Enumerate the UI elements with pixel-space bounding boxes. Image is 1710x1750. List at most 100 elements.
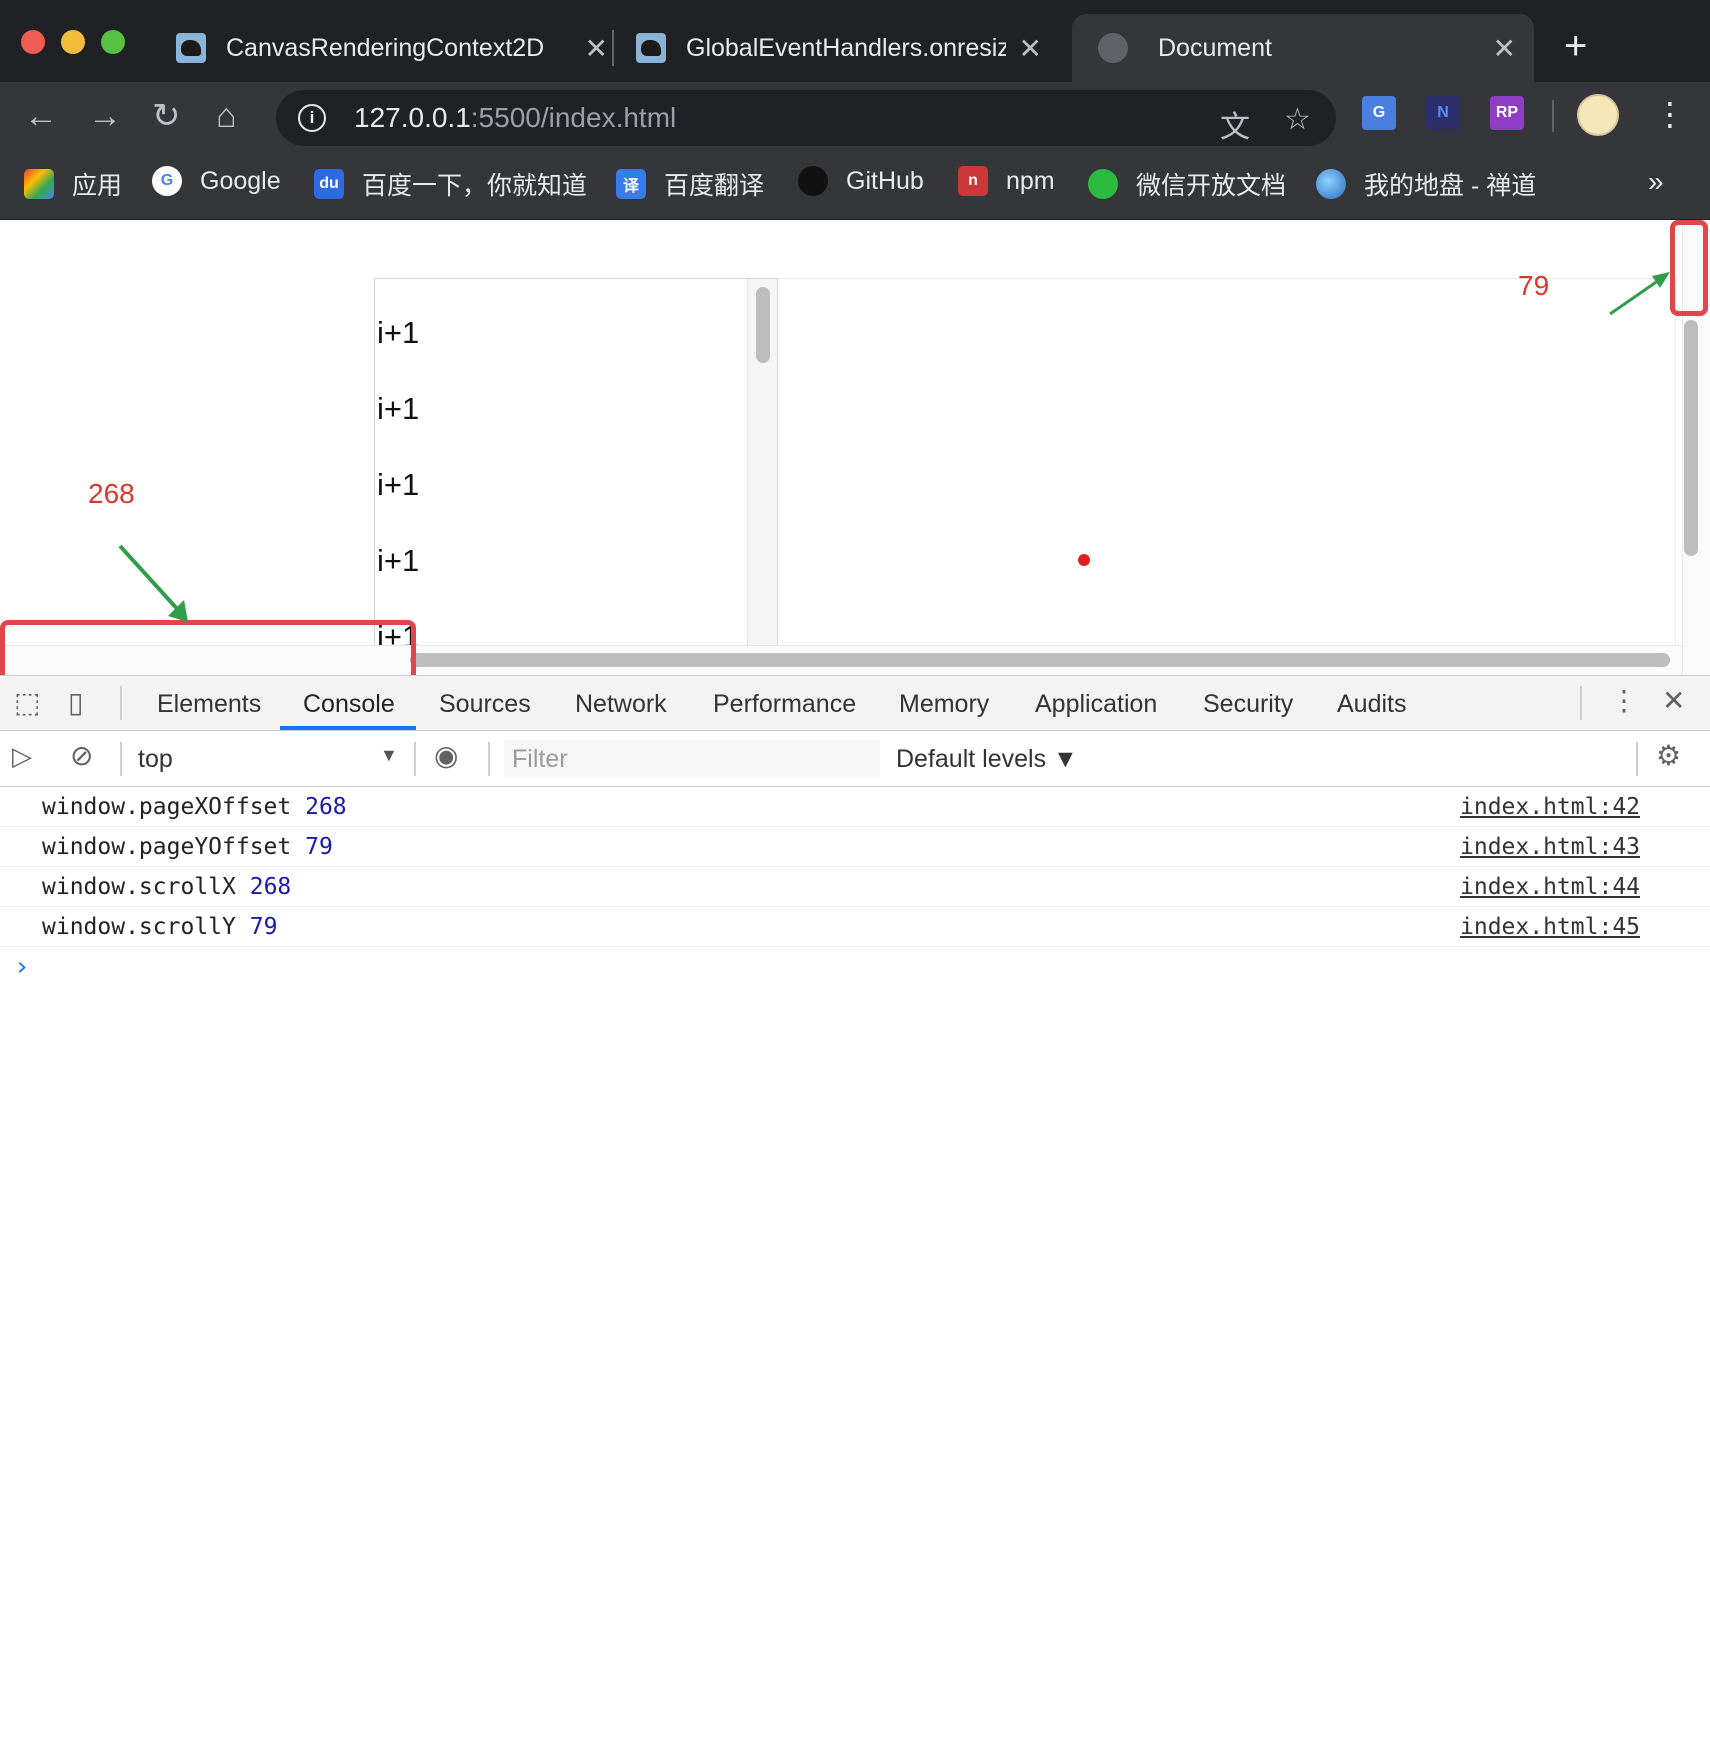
scroll-x-annotation: 268: [88, 478, 135, 509]
tab-memory[interactable]: Memory: [899, 690, 989, 719]
page-horizontal-scrollbar-thumb[interactable]: [410, 653, 1670, 667]
chrome-menu-icon[interactable]: ⋮: [1654, 94, 1686, 134]
show-sidebar-icon[interactable]: ▷: [12, 741, 32, 772]
gear-icon[interactable]: ⚙: [1656, 739, 1681, 772]
log-source-link[interactable]: index.html:45: [1460, 914, 1640, 940]
list-item: i+1: [377, 315, 420, 350]
rp-extension-icon[interactable]: RP: [1490, 96, 1524, 130]
npm-icon: n: [958, 166, 988, 196]
baidu-paw-icon: du: [314, 169, 344, 199]
apps-grid-icon: [24, 169, 54, 199]
list-item: i+1: [377, 391, 420, 426]
back-arrow-icon[interactable]: ←: [24, 94, 58, 138]
profile-avatar[interactable]: [1577, 94, 1619, 136]
translate-icon[interactable]: 文: [1220, 102, 1250, 146]
close-icon[interactable]: ✕: [585, 32, 608, 65]
context-selector[interactable]: top: [138, 745, 173, 774]
n-extension-icon[interactable]: N: [1426, 96, 1460, 130]
tab-title: Document: [1158, 33, 1272, 62]
log-levels-dropdown[interactable]: Default levels ▼: [896, 745, 1078, 774]
bookmark-apps[interactable]: 应用: [24, 166, 122, 202]
bookmark-baidu-translate[interactable]: 译 百度翻译: [616, 166, 764, 202]
console-prompt[interactable]: ›: [14, 952, 30, 982]
minimize-window-button[interactable]: [61, 30, 85, 54]
console-toolbar: ▷ ⊘ top ▼ ◉ Default levels ▼ ⚙: [0, 731, 1710, 787]
bookmark-google[interactable]: G Google: [152, 166, 281, 196]
toolbar-divider: [1552, 100, 1554, 132]
mdn-favicon-icon: [176, 33, 206, 63]
new-tab-button[interactable]: +: [1564, 24, 1587, 69]
active-tab-indicator: [280, 726, 416, 730]
canvas-area: [778, 278, 1676, 675]
tab-network[interactable]: Network: [575, 690, 667, 719]
bookmark-npm[interactable]: n npm: [958, 166, 1055, 196]
scrollable-list-box[interactable]: i+1 i+1 i+1 i+1 i+1: [374, 278, 778, 675]
page-vertical-scrollbar-thumb[interactable]: [1684, 320, 1698, 556]
close-window-button[interactable]: [21, 30, 45, 54]
bookmark-label: 微信开放文档: [1136, 172, 1287, 200]
list-vertical-scrollbar[interactable]: [747, 279, 777, 675]
bookmark-zentao[interactable]: 我的地盘 - 禅道: [1316, 166, 1536, 202]
page-viewport[interactable]: i+1 i+1 i+1 i+1 i+1 268 79: [0, 220, 1710, 675]
tab-sources[interactable]: Sources: [439, 690, 531, 719]
console-filter-input[interactable]: [504, 740, 880, 778]
console-log-row: window.pageYOffset 79 index.html:43: [0, 827, 1710, 867]
bookmark-label: 应用: [72, 172, 123, 200]
tab-audits[interactable]: Audits: [1337, 690, 1406, 719]
console-log-row: window.pageXOffset 268 index.html:42: [0, 787, 1710, 827]
inspect-element-icon[interactable]: ⬚: [14, 686, 40, 719]
close-devtools-icon[interactable]: ✕: [1662, 684, 1685, 717]
tab-title: GlobalEventHandlers.onresize: [686, 33, 1006, 62]
list-scrollbar-thumb[interactable]: [756, 287, 770, 363]
device-toolbar-icon[interactable]: ▯: [68, 686, 83, 719]
bookmark-label: Google: [200, 166, 281, 195]
bookmark-label: npm: [1006, 166, 1055, 195]
site-info-icon[interactable]: i: [298, 104, 326, 132]
tab-canvas-rendering[interactable]: CanvasRenderingContext2D.c ✕: [176, 14, 626, 82]
log-message: window.scrollX 268: [42, 874, 292, 900]
forward-arrow-icon[interactable]: →: [88, 94, 122, 138]
tab-document[interactable]: Document ✕: [1072, 14, 1534, 82]
close-icon[interactable]: ✕: [1019, 32, 1042, 65]
close-icon[interactable]: ✕: [1493, 32, 1516, 65]
devtools-menu-icon[interactable]: ⋮: [1610, 684, 1638, 717]
google-translate-extension-icon[interactable]: G: [1362, 96, 1396, 130]
tab-performance[interactable]: Performance: [713, 690, 856, 719]
bookmark-github[interactable]: GitHub: [798, 166, 924, 196]
clear-console-icon[interactable]: ⊘: [70, 739, 93, 772]
log-source-link[interactable]: index.html:43: [1460, 834, 1640, 860]
maximize-window-button[interactable]: [101, 30, 125, 54]
tab-divider: [612, 30, 614, 66]
mdn-favicon-icon: [636, 33, 666, 63]
tab-security[interactable]: Security: [1203, 690, 1293, 719]
tab-console[interactable]: Console: [303, 690, 395, 719]
log-message: window.pageYOffset 79: [42, 834, 333, 860]
bookmark-star-icon[interactable]: ☆: [1284, 102, 1311, 137]
address-bar[interactable]: i 127.0.0.1:5500/index.html 文 ☆: [276, 90, 1336, 146]
red-dot-marker: [1078, 554, 1090, 566]
tab-strip: CanvasRenderingContext2D.c ✕ GlobalEvent…: [0, 0, 1710, 82]
home-icon[interactable]: ⌂: [216, 94, 237, 138]
tab-global-event-handlers[interactable]: GlobalEventHandlers.onresize ✕: [636, 14, 1060, 82]
url-text: 127.0.0.1:5500/index.html: [354, 102, 677, 133]
horizontal-scroll-highlight: [0, 620, 416, 675]
divider: [488, 742, 490, 776]
bookmark-label: GitHub: [846, 166, 924, 195]
reload-icon[interactable]: ↻: [152, 94, 181, 138]
chevron-down-icon[interactable]: ▼: [380, 745, 398, 766]
console-log-row: window.scrollY 79 index.html:45: [0, 907, 1710, 947]
bookmarks-overflow-icon[interactable]: »: [1648, 166, 1664, 198]
log-source-link[interactable]: index.html:42: [1460, 794, 1640, 820]
divider: [1636, 742, 1638, 776]
scroll-y-annotation: 79: [1518, 270, 1550, 301]
bookmark-wechat-docs[interactable]: 微信开放文档: [1088, 166, 1286, 202]
bookmark-baidu[interactable]: du 百度一下，你就知道: [314, 166, 587, 202]
arrow-annotation-icon: [1609, 272, 1670, 316]
divider: [1580, 686, 1582, 720]
eye-icon[interactable]: ◉: [434, 739, 458, 772]
tab-elements[interactable]: Elements: [157, 690, 261, 719]
divider: [414, 742, 416, 776]
list-item: i+1: [377, 467, 420, 502]
tab-application[interactable]: Application: [1035, 690, 1157, 719]
log-source-link[interactable]: index.html:44: [1460, 874, 1640, 900]
